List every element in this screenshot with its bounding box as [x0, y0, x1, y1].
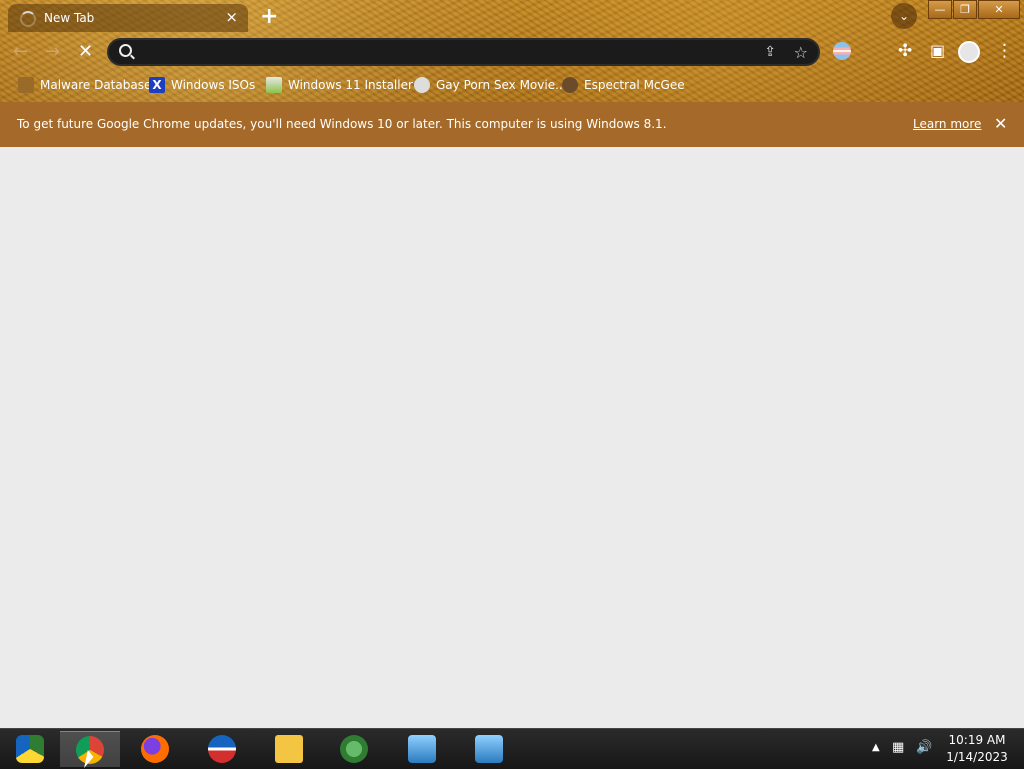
avatar-icon	[562, 77, 578, 93]
bookmark-star-icon[interactable]: ☆	[794, 43, 808, 62]
infobar-close-icon[interactable]: ✕	[994, 114, 1007, 133]
taskbar-firefox[interactable]	[125, 731, 185, 767]
obama-logo-icon	[208, 735, 236, 763]
image-icon	[266, 77, 282, 93]
new-tab-button[interactable]: +	[260, 4, 278, 29]
chromium-icon	[16, 735, 44, 763]
bookmark-espectral-mcgee[interactable]: Espectral McGee	[562, 76, 685, 94]
system-clock[interactable]: 10:19 AM 1/14/2023	[938, 732, 1016, 766]
network-icon[interactable]: ▦	[892, 740, 904, 755]
taskbar-file-explorer[interactable]	[259, 731, 319, 767]
setup-app-icon	[475, 735, 503, 763]
bookmark-windows-isos[interactable]: X Windows ISOs	[149, 76, 255, 94]
bookmark-label: Windows ISOs	[171, 78, 256, 92]
update-infobar: To get future Google Chrome updates, you…	[0, 102, 1024, 148]
bookmark-label: Gay Porn Sex Movie...	[436, 78, 567, 92]
bookmark-site[interactable]: Gay Porn Sex Movie...	[414, 76, 567, 94]
bookmark-label: Malware Database	[40, 78, 152, 92]
bookmark-label: Windows 11 Installer	[288, 78, 413, 92]
taskbar-network-app[interactable]	[324, 731, 384, 767]
taskbar: ▲ ▦ 🔊 10:19 AM 1/14/2023	[0, 728, 1024, 769]
clock-date: 1/14/2023	[946, 750, 1008, 764]
page-content	[0, 147, 1024, 728]
volume-icon[interactable]: 🔊	[916, 740, 932, 755]
tab-close-icon[interactable]: ×	[225, 8, 238, 26]
minimize-button[interactable]: —	[928, 0, 952, 19]
tray-overflow-icon[interactable]: ▲	[872, 742, 880, 753]
taskbar-obama-logo[interactable]	[192, 731, 252, 767]
network-app-icon	[340, 735, 368, 763]
back-button[interactable]: ←	[13, 41, 28, 62]
browser-chrome: New Tab × + ⌄ — ❐ ✕ ← → ✕ ⇪ ☆ ✣ ▣ ⋮ Malw…	[0, 0, 1024, 102]
menu-kebab-icon[interactable]: ⋮	[996, 41, 1013, 61]
taskbar-setup-app-2[interactable]	[459, 731, 519, 767]
bookmark-label: Espectral McGee	[584, 78, 685, 92]
firefox-icon	[141, 735, 169, 763]
search-icon	[119, 44, 132, 57]
address-input[interactable]	[141, 44, 745, 62]
loading-spinner-icon	[20, 11, 36, 27]
site-icon	[414, 77, 430, 93]
side-panel-icon[interactable]: ▣	[930, 41, 945, 60]
infobar-message: To get future Google Chrome updates, you…	[17, 117, 667, 131]
learn-more-link[interactable]: Learn more	[913, 117, 981, 131]
tab-new-tab[interactable]: New Tab ×	[8, 4, 248, 32]
close-window-button[interactable]: ✕	[978, 0, 1020, 19]
taskbar-chromium[interactable]	[0, 731, 60, 767]
bookmarks-bar: Malware Database X Windows ISOs Windows …	[0, 72, 1024, 96]
share-icon[interactable]: ⇪	[764, 44, 776, 60]
x-logo-icon: X	[149, 77, 165, 93]
tab-title: New Tab	[44, 11, 95, 25]
tab-search-button[interactable]: ⌄	[891, 3, 917, 29]
taskbar-setup-app-1[interactable]	[392, 731, 452, 767]
setup-app-icon	[408, 735, 436, 763]
stop-loading-button[interactable]: ✕	[78, 41, 93, 62]
profile-avatar-icon[interactable]	[958, 41, 980, 63]
extensions-puzzle-icon[interactable]: ✣	[898, 41, 912, 61]
forward-button[interactable]: →	[45, 41, 60, 62]
clock-time: 10:19 AM	[948, 733, 1006, 747]
folder-icon	[18, 77, 34, 93]
extension-icon[interactable]	[833, 42, 851, 60]
bookmark-malware-database[interactable]: Malware Database	[18, 76, 151, 94]
restore-button[interactable]: ❐	[953, 0, 977, 19]
bookmark-windows-11-installer[interactable]: Windows 11 Installer	[266, 76, 413, 94]
folder-icon	[275, 735, 303, 763]
omnibox[interactable]: ⇪ ☆	[107, 38, 820, 66]
